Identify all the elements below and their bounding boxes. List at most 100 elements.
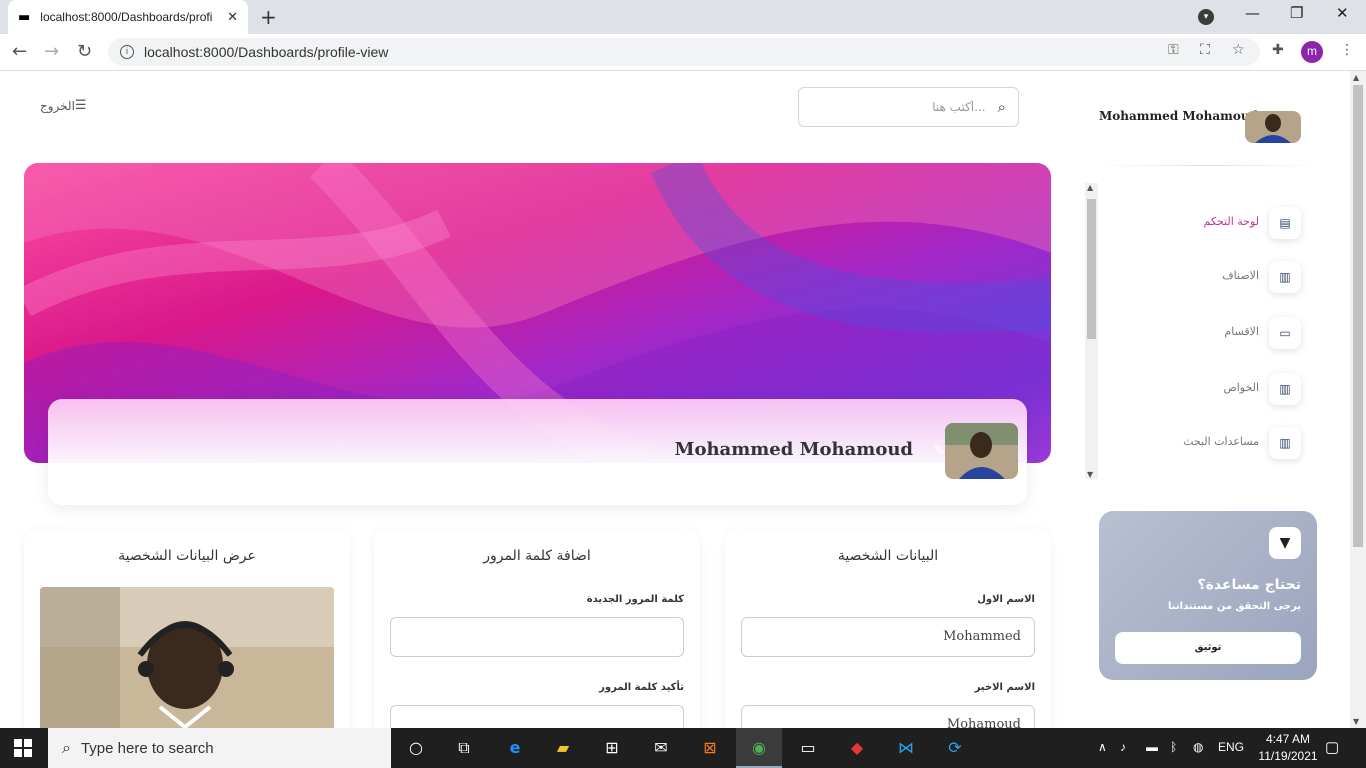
- sidebar-item-label[interactable]: الاصناف: [1222, 269, 1259, 282]
- store-icon: ▤: [1269, 207, 1301, 239]
- battery-icon[interactable]: ▬: [1146, 740, 1158, 754]
- logout-link[interactable]: الخروج ☰: [40, 98, 87, 113]
- sidebar-item-dashboard[interactable]: لوحة التحكم ▤: [1083, 203, 1323, 243]
- file-explorer-icon[interactable]: ▰: [551, 736, 575, 760]
- mail-icon[interactable]: ✉: [649, 736, 673, 760]
- tab-title: localhost:8000/Dashboards/profi: [40, 10, 213, 24]
- browser-tab[interactable]: ▬ localhost:8000/Dashboards/profi ✕: [8, 0, 248, 34]
- task-view-icon[interactable]: ⧉: [452, 736, 476, 760]
- last-name-field[interactable]: Mohamoud: [741, 705, 1035, 728]
- extensions-icon[interactable]: ✚: [1272, 42, 1284, 58]
- scroll-up-icon[interactable]: ▲: [1087, 183, 1093, 192]
- first-name-field[interactable]: Mohammed: [741, 617, 1035, 657]
- browser-toolbar: ← → ↻ i localhost:8000/Dashboards/profil…: [0, 34, 1366, 71]
- sidebar-scroll-thumb[interactable]: [1087, 199, 1096, 339]
- notifications-icon[interactable]: ▢: [1325, 738, 1339, 756]
- last-name-label: الاسم الاخير: [974, 682, 1035, 693]
- tab-search-icon[interactable]: ▾: [1198, 9, 1214, 25]
- sidebar-item-properties[interactable]: الخواص ▥: [1083, 369, 1323, 409]
- search-box[interactable]: ⌕: [798, 87, 1019, 127]
- site-info-icon[interactable]: i: [120, 45, 134, 59]
- sidebar-item-label[interactable]: لوحة التحكم: [1204, 215, 1259, 228]
- forward-icon[interactable]: →: [44, 41, 59, 62]
- cortana-icon[interactable]: ○: [404, 736, 428, 760]
- vscode-icon[interactable]: ⋈: [894, 736, 918, 760]
- minimize-icon[interactable]: —: [1245, 4, 1260, 22]
- profile-header-card: Mohammed Mohamoud ✎: [48, 399, 1027, 505]
- help-subtitle: يرجى التحقق من مستنداتنا: [1168, 601, 1301, 612]
- menu-lines-icon[interactable]: ☰: [75, 98, 87, 113]
- sidebar-nav: لوحة التحكم ▤ الاصناف ▥ الاقسام ▭ الخواص…: [1083, 183, 1323, 479]
- new-tab-icon[interactable]: +: [260, 5, 277, 29]
- edge-icon[interactable]: e: [503, 736, 527, 760]
- language-indicator[interactable]: ENG: [1218, 740, 1244, 754]
- restore-icon[interactable]: ❐: [1290, 4, 1303, 22]
- system-clock[interactable]: 4:47 AM 11/19/2021: [1256, 731, 1320, 765]
- help-card: ▼ تحتاج مساعدة؟ يرجى التحقق من مستنداتنا…: [1099, 511, 1317, 680]
- profile-avatar-icon[interactable]: m: [1301, 41, 1323, 63]
- sidebar-avatar: [1245, 111, 1301, 143]
- confirm-password-label: تأكيد كلمة المرور: [599, 682, 684, 693]
- sidebar-item-items[interactable]: الاصناف ▥: [1083, 257, 1323, 297]
- key-icon[interactable]: ⚿: [1168, 42, 1179, 58]
- store-icon[interactable]: ⊞: [600, 736, 624, 760]
- volume-icon[interactable]: ♪: [1120, 740, 1126, 754]
- page-viewport: الخروج ☰ ⌕ Mohamm: [0, 71, 1350, 728]
- password-panel-title: اضافة كلمة المرور: [483, 548, 591, 564]
- tab-favicon-icon: ▬: [18, 9, 31, 25]
- bookmark-star-icon[interactable]: ☆: [1232, 42, 1245, 58]
- translate-icon[interactable]: ⛶: [1200, 42, 1210, 58]
- logout-label[interactable]: الخروج: [40, 99, 75, 113]
- scroll-up-icon[interactable]: ▲: [1353, 73, 1359, 82]
- new-password-field[interactable]: [390, 617, 684, 657]
- personal-data-panel: البيانات الشخصية الاسم الاول Mohammed ال…: [725, 529, 1051, 728]
- tray-chevron-icon[interactable]: ∧: [1098, 740, 1107, 754]
- scroll-down-icon[interactable]: ▼: [1353, 717, 1359, 726]
- new-password-label: كلمة المرور الجديدة: [586, 594, 684, 605]
- edit-pencil-icon[interactable]: ✎: [933, 443, 945, 459]
- clock-time: 4:47 AM: [1265, 732, 1311, 746]
- personal-data-title: البيانات الشخصية: [837, 548, 939, 564]
- terminal-icon[interactable]: ▭: [796, 736, 820, 760]
- sidebar-divider: [1096, 165, 1321, 166]
- view-profile-title: عرض البيانات الشخصية: [118, 548, 256, 564]
- close-tab-icon[interactable]: ✕: [227, 10, 238, 25]
- chart-icon: ▥: [1269, 261, 1301, 293]
- clock-date: 11/19/2021: [1258, 749, 1318, 763]
- network-icon[interactable]: ◍: [1193, 740, 1203, 754]
- sidebar-item-label[interactable]: الخواص: [1223, 381, 1259, 394]
- app-icon[interactable]: ◆: [845, 736, 869, 760]
- confirm-password-field[interactable]: [390, 705, 684, 728]
- address-bar[interactable]: i localhost:8000/Dashboards/profile-view: [108, 38, 1260, 66]
- sidebar-item-sections[interactable]: الاقسام ▭: [1083, 313, 1323, 353]
- sidebar-item-label[interactable]: مساعدات البحث: [1183, 435, 1259, 448]
- address-url[interactable]: localhost:8000/Dashboards/profile-view: [144, 44, 388, 60]
- search-input[interactable]: [835, 100, 986, 114]
- sidebar-scrollbar[interactable]: ▲ ▼: [1085, 183, 1098, 479]
- close-window-icon[interactable]: ✕: [1336, 4, 1349, 22]
- scroll-down-icon[interactable]: ▼: [1087, 470, 1093, 479]
- page-scrollbar[interactable]: ▲ ▼: [1350, 71, 1366, 728]
- documentation-button[interactable]: توثيق: [1115, 632, 1301, 664]
- taskbar-search-placeholder[interactable]: Type here to search: [81, 740, 214, 757]
- search-icon: ⌕: [62, 738, 71, 757]
- chart-icon: ▥: [1269, 373, 1301, 405]
- reload-icon[interactable]: ↻: [77, 41, 92, 62]
- windows-taskbar: ⌕ Type here to search ○ ⧉ e ▰ ⊞ ✉ ⊠ ◉ ▭ …: [0, 728, 1366, 768]
- diamond-icon: ▼: [1269, 527, 1301, 559]
- menu-dots-icon[interactable]: ⋮: [1340, 42, 1354, 58]
- back-icon[interactable]: ←: [12, 41, 27, 62]
- page-scroll-thumb[interactable]: [1353, 85, 1363, 547]
- bluetooth-icon[interactable]: ᛒ: [1170, 740, 1177, 754]
- chrome-icon[interactable]: ◉: [747, 736, 771, 760]
- sync-icon[interactable]: ⟳: [943, 736, 967, 760]
- help-title: تحتاج مساعدة؟: [1197, 577, 1302, 593]
- chart-icon: ▥: [1269, 427, 1301, 459]
- sidebar-item-label[interactable]: الاقسام: [1224, 325, 1259, 338]
- xampp-icon[interactable]: ⊠: [698, 736, 722, 760]
- taskbar-search[interactable]: ⌕ Type here to search: [48, 728, 391, 768]
- sidebar-item-search-helps[interactable]: مساعدات البحث ▥: [1083, 423, 1323, 463]
- card-icon: ▭: [1269, 317, 1301, 349]
- search-icon: ⌕: [997, 98, 1006, 116]
- windows-start-icon[interactable]: [14, 739, 32, 757]
